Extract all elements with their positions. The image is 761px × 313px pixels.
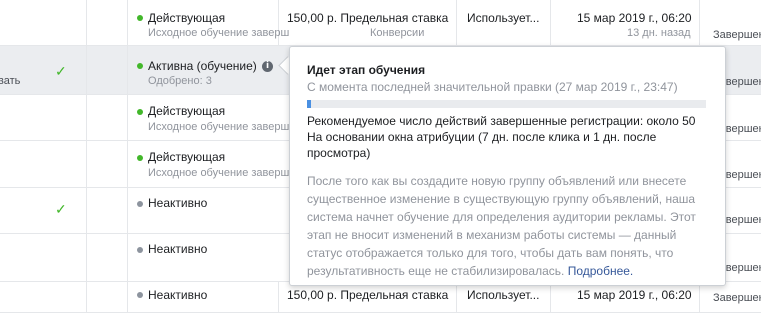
learning-phase-tooltip: Идет этап обучения С момента последней з… — [289, 46, 726, 286]
right-cell: Завершен — [713, 292, 761, 304]
status-sublabel: Исходное обучение заверш — [148, 167, 290, 179]
recommended-actions-text: Рекомендуемое число действий завершенные… — [307, 114, 696, 128]
status-label: Неактивно — [148, 242, 208, 256]
date-cell: 15 мар 2019 г., 06:20 — [577, 11, 692, 25]
status-dot — [137, 155, 143, 161]
status-label: Неактивно — [148, 196, 208, 210]
bid-budget: 150,00 р. Предельная ставка — [287, 288, 449, 302]
status-sublabel: Исходное обучение заверш — [148, 121, 290, 133]
status-label: Действующая — [148, 150, 226, 164]
status-dot — [137, 63, 143, 69]
status-dot — [137, 109, 143, 115]
bid-budget: 150,00 р. Предельная ставка — [287, 11, 449, 25]
status-dot — [137, 292, 143, 298]
table-row[interactable]: Неактивно 150,00 р. Предельная ставка Ис… — [0, 282, 761, 313]
tooltip-subtitle: С момента последней значительной правки … — [307, 80, 678, 94]
bid-type: Конверсии — [370, 27, 425, 39]
attribution-text-cont: просмотра) — [307, 146, 371, 160]
checkmark-icon: ✓ — [55, 63, 67, 79]
learning-progress-fill — [307, 100, 311, 108]
tooltip-description: После того как вы создадите новую группу… — [307, 174, 696, 278]
status-dot — [137, 247, 143, 253]
date-relative: 13 дн. назад — [627, 27, 691, 39]
status-dot — [137, 201, 143, 207]
learning-progress-bar — [307, 100, 706, 108]
row-action-text[interactable]: вать — [0, 75, 20, 87]
learn-more-link[interactable]: Подробнее. — [568, 264, 634, 278]
status-label: Действующая — [148, 104, 226, 118]
status-label: Активна (обучение) — [148, 59, 257, 73]
table-row[interactable]: Действующая Исходное обучение заверш 150… — [0, 0, 761, 46]
info-icon[interactable]: i — [262, 61, 273, 72]
status-sublabel: Одобрено: 3 — [148, 75, 212, 87]
status-label: Действующая — [148, 11, 226, 25]
tooltip-body: После того как вы создадите новую группу… — [307, 172, 707, 280]
uses-cell: Использует... — [467, 288, 540, 302]
checkmark-icon: ✓ — [55, 201, 67, 217]
tooltip-title: Идет этап обучения — [307, 63, 426, 77]
attribution-text: На основании окна атрибуции (7 дн. после… — [307, 130, 657, 144]
status-dot — [137, 15, 143, 21]
date-cell: 15 мар 2019 г., 06:20 — [577, 288, 692, 302]
uses-cell: Использует... — [467, 11, 540, 25]
status-sublabel: Исходное обучение заверш — [148, 27, 290, 39]
status-label: Неактивно — [148, 288, 208, 302]
right-cell: Завершен — [713, 29, 761, 41]
